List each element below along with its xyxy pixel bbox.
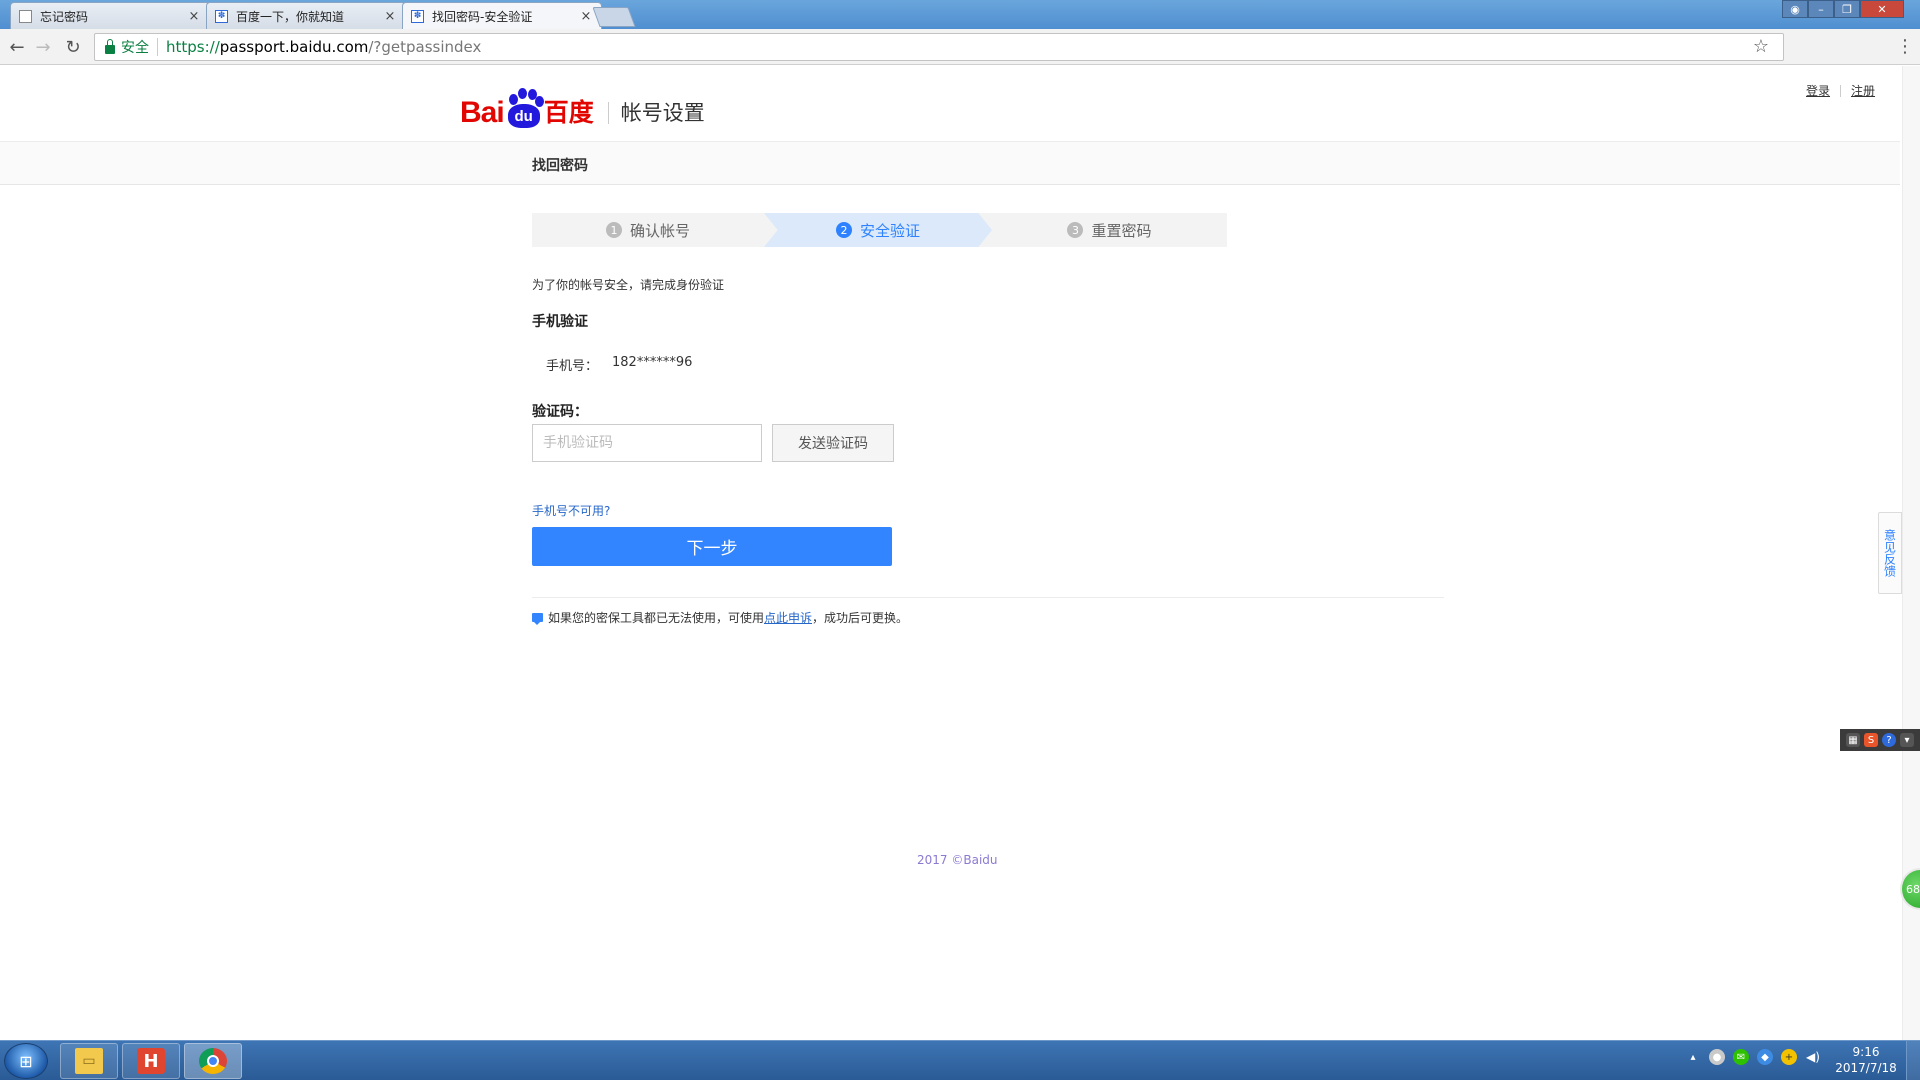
appeal-link[interactable]: 点此申诉 — [764, 609, 812, 626]
logo-paw-text: du — [507, 104, 540, 128]
verification-code-input[interactable] — [532, 424, 762, 462]
new-tab-button[interactable] — [592, 7, 636, 27]
baidu-paw-icon: ✽ — [411, 9, 424, 23]
taskbar-explorer[interactable]: ▭ — [60, 1043, 118, 1079]
help-icon[interactable]: ? — [1882, 733, 1896, 747]
step-label: 安全验证 — [859, 221, 920, 240]
bookmark-star-icon[interactable]: ☆ — [1753, 36, 1769, 57]
show-desktop-button[interactable] — [1906, 1041, 1920, 1080]
phone-row: 手机号： 182******96 — [546, 355, 692, 374]
tab-label: 找回密码-安全验证 — [432, 9, 533, 24]
phone-value: 182******96 — [612, 355, 693, 370]
tab-label: 百度一下，你就知道 — [236, 9, 345, 24]
grid-icon[interactable]: ▦ — [1846, 733, 1860, 747]
tab-close-icon[interactable]: × — [187, 9, 201, 24]
secure-label: 安全 — [121, 40, 149, 56]
url-host: passport.baidu.com — [219, 38, 369, 56]
footer-copyright: 2017 ©Baidu — [917, 853, 998, 867]
url-scheme: https:// — [166, 38, 220, 56]
tray-app-icon[interactable]: ● — [1709, 1049, 1725, 1065]
code-label: 验证码： — [532, 404, 588, 420]
divider — [1840, 84, 1842, 97]
step-reset-password: 3 重置密码 — [992, 213, 1227, 247]
logo-latin: Bai — [460, 96, 505, 129]
appeal-hint: 如果您的密保工具都已无法使用，可使用 点此申诉 ，成功后可更换。 — [532, 609, 908, 626]
system-tray: ▴ ● ✉ ◆ + ◀) — [1685, 1049, 1821, 1065]
register-link[interactable]: 注册 — [1851, 82, 1875, 99]
wechat-icon[interactable]: ✉ — [1733, 1049, 1749, 1065]
divider — [532, 597, 1444, 598]
step-label: 确认帐号 — [629, 221, 690, 240]
taskbar-clock[interactable]: 9:16 2017/7/18 — [1832, 1044, 1900, 1076]
logo-divider — [607, 102, 609, 124]
taskbar-hbuilder[interactable]: H — [122, 1043, 180, 1079]
hint-text-suffix: ，成功后可更换。 — [812, 611, 909, 625]
maximize-button[interactable]: ❐ — [1834, 0, 1860, 18]
top-links: 登录 注册 — [1806, 82, 1875, 99]
clock-time: 9:16 — [1852, 1045, 1880, 1059]
tab-forgot-password[interactable]: 忘记密码 × — [10, 2, 210, 29]
volume-icon[interactable]: ◀) — [1805, 1049, 1821, 1065]
chrome-center-icon — [207, 1055, 219, 1067]
sub-header-bar: 找回密码 — [0, 141, 1900, 185]
step-confirm-account: 1 确认帐号 — [532, 213, 764, 247]
tab-security-verify[interactable]: ✽ 找回密码-安全验证 × — [402, 2, 602, 29]
chrome-icon — [199, 1048, 227, 1074]
verify-note: 为了你的帐号安全，请完成身份验证 — [532, 278, 725, 292]
step-label: 重置密码 — [1091, 221, 1152, 240]
page-icon — [19, 9, 32, 23]
chevron-down-icon[interactable]: ▾ — [1900, 733, 1914, 747]
back-arrow-icon[interactable]: ← — [6, 36, 28, 58]
tab-baidu-home[interactable]: ✽ 百度一下，你就知道 × — [206, 2, 406, 29]
phone-unavailable-link[interactable]: 手机号不可用? — [532, 502, 610, 519]
login-link[interactable]: 登录 — [1806, 82, 1830, 99]
ime-toolbar[interactable]: ▦ S ? ▾ — [1840, 729, 1920, 751]
tab-close-icon[interactable]: × — [383, 9, 397, 24]
url-path: /?getpassindex — [368, 38, 482, 56]
tab-close-icon[interactable]: × — [579, 9, 593, 24]
phone-verify-title: 手机验证 — [532, 314, 588, 330]
sogou-s-icon[interactable]: S — [1864, 733, 1878, 747]
close-window-button[interactable]: ✕ — [1860, 0, 1904, 18]
baidu-paw-logo-icon: du — [505, 88, 544, 128]
baidu-paw-icon: ✽ — [215, 9, 228, 23]
logo-chinese: 百度 — [543, 98, 594, 127]
chat-bubble-icon — [532, 613, 543, 625]
phone-label: 手机号： — [546, 359, 599, 374]
browser-toolbar: ← → ↻ 安全 https:// passport.baidu.com /?g… — [0, 29, 1920, 65]
step-number: 1 — [605, 222, 622, 238]
tray-expand-icon[interactable]: ▴ — [1685, 1049, 1701, 1065]
step-number: 2 — [835, 222, 852, 238]
address-bar[interactable]: 安全 https:// passport.baidu.com /?getpass… — [94, 33, 1784, 61]
baidu-logo[interactable]: Bai du 百度 帐号设置 — [460, 84, 705, 128]
folder-icon: ▭ — [75, 1048, 103, 1074]
minimize-button[interactable]: – — [1808, 0, 1834, 18]
section-title: 找回密码 — [532, 158, 588, 174]
next-step-button[interactable]: 下一步 — [532, 527, 892, 566]
page-title: 帐号设置 — [620, 101, 705, 125]
windows-taskbar: ⊞ ▭ H ▴ ● ✉ ◆ + ◀) 9:16 2017/7/18 — [0, 1040, 1920, 1080]
step-security-verify: 2 安全验证 — [764, 213, 992, 247]
step-number: 3 — [1067, 222, 1084, 238]
forward-arrow-icon[interactable]: → — [32, 36, 54, 58]
send-code-button[interactable]: 发送验证码 — [772, 424, 894, 462]
feedback-tab[interactable]: 意见反馈 — [1878, 512, 1902, 594]
hint-text: 如果您的密保工具都已无法使用，可使用 — [548, 611, 765, 625]
browser-tab-bar: 忘记密码 × ✽ 百度一下，你就知道 × ✽ 找回密码-安全验证 × ◉ – ❐… — [0, 0, 1920, 29]
progress-steps: 1 确认帐号 2 安全验证 3 重置密码 — [532, 213, 1227, 247]
user-icon[interactable]: ◉ — [1782, 0, 1808, 18]
browser-menu-icon[interactable]: ⋮ — [1896, 36, 1914, 57]
windows-start-icon[interactable]: ⊞ — [4, 1043, 48, 1079]
lock-icon — [105, 38, 115, 54]
tab-label: 忘记密码 — [40, 9, 89, 24]
window-controls: ◉ – ❐ ✕ — [1782, 0, 1904, 18]
h-app-icon: H — [137, 1048, 165, 1074]
reload-icon[interactable]: ↻ — [62, 36, 84, 58]
security-app-icon[interactable]: + — [1781, 1049, 1797, 1065]
page-header — [0, 66, 1900, 142]
taskbar-chrome[interactable] — [184, 1043, 242, 1079]
clock-date: 2017/7/18 — [1835, 1061, 1897, 1075]
network-icon[interactable]: ◆ — [1757, 1049, 1773, 1065]
divider — [157, 38, 158, 56]
